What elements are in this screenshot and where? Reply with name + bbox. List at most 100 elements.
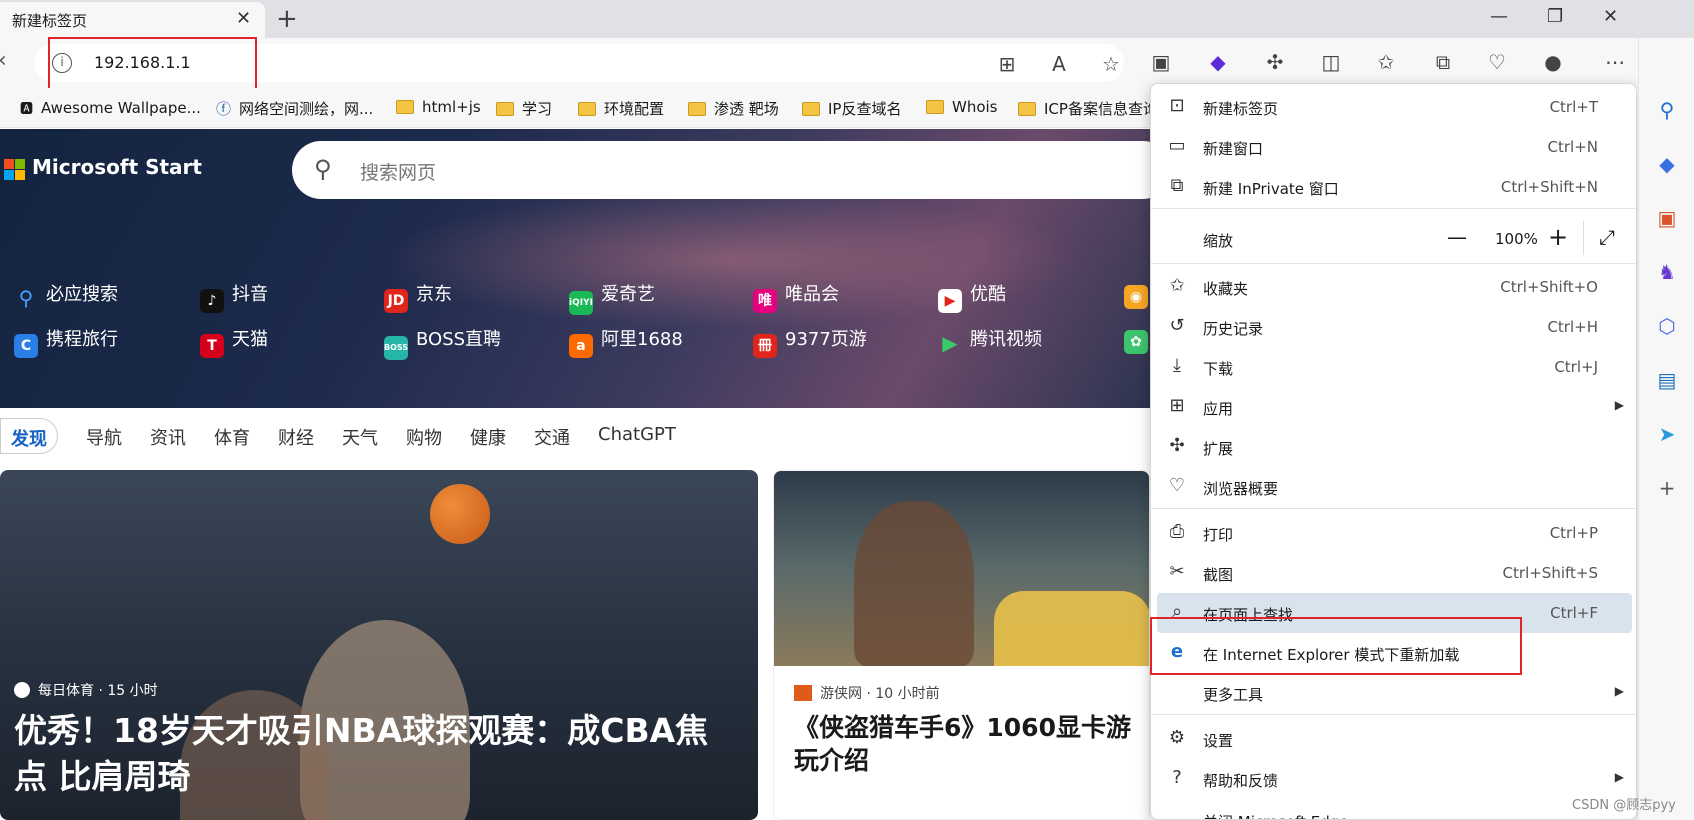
favorite-star-icon[interactable]: ☆ [1098,52,1124,76]
bookmark-folder[interactable]: html+js [396,98,481,116]
hero-banner: Microsoft Start ⚲ 搜索网页 ⚲ 必应搜索 ♪ 抖音 JD 京东 iQ… [0,129,1150,408]
back-icon[interactable]: ‹ [0,48,7,73]
collections-icon[interactable]: ⧉ [1430,50,1456,74]
bookmark-folder[interactable]: IP反查域名 [802,98,901,119]
news-headline[interactable]: 优秀！18岁天才吸引NBA球探观赛：成CBA焦点 比肩周琦 [14,708,734,800]
add-icon[interactable]: + [1653,474,1681,502]
microsoft365-icon[interactable]: ⬡ [1653,312,1681,340]
read-aloud-icon[interactable]: A [1046,52,1072,76]
bookmark-item[interactable]: 🅰 Awesome Wallpape... [20,98,201,117]
menu-extensions[interactable]: ✣ 扩展 [1151,427,1636,467]
brand-title: Microsoft Start [32,155,202,179]
folder-icon [578,102,596,116]
tab-shopping[interactable]: 购物 [406,424,442,450]
search-icon[interactable]: ⚲ [1653,96,1681,124]
search-icon: ⚲ [314,155,332,183]
tab-traffic[interactable]: 交通 [534,424,570,450]
menu-new-inprivate[interactable]: ⧉ 新建 InPrivate 窗口 Ctrl+Shift+N [1151,167,1636,207]
quick-link-tencent-video[interactable]: ▶ 腾讯视频 [938,325,1042,355]
menu-help[interactable]: ? 帮助和反馈 ▶ [1151,759,1636,799]
quick-link-jd[interactable]: JD 京东 [384,280,452,313]
tab-title: 新建标签页 [12,12,88,30]
folder-icon [1018,102,1036,116]
menu-zoom: 缩放 — 100% + ⤢ [1151,215,1636,263]
tab-finance[interactable]: 财经 [278,424,314,450]
minimize-icon[interactable]: — [1490,6,1508,27]
browser-tab[interactable]: 新建标签页 ✕ [0,2,265,38]
browser-essentials-icon[interactable]: ♡ [1484,50,1510,74]
settings-more-icon[interactable]: ⋯ [1602,50,1628,74]
fullscreen-icon[interactable]: ⤢ [1599,225,1615,249]
bookmark-folder[interactable]: 学习 [496,98,552,119]
menu-new-tab[interactable]: ⊡ 新建标签页 Ctrl+T [1151,87,1636,127]
tab-weather[interactable]: 天气 [342,424,378,450]
restore-icon[interactable]: ❐ [1547,6,1563,27]
quick-link-more-icon[interactable]: ◉ [1124,280,1150,309]
tab-discover[interactable]: 发现 [0,418,58,454]
web-search-box[interactable]: ⚲ 搜索网页 [292,141,1150,199]
bookmark-folder[interactable]: Whois [926,98,998,116]
bookmark-item[interactable]: ⓕ 网络空间测绘，网... [216,98,373,119]
send-icon[interactable]: ➤ [1653,420,1681,448]
quick-link-iqiyi[interactable]: iQIYI 爱奇艺 [569,280,655,315]
quick-link-boss[interactable]: BOSS BOSS直聘 [384,325,501,360]
quick-link-youku[interactable]: ▶ 优酷 [938,280,1006,313]
extension-icon[interactable]: ▣ [1148,50,1174,74]
quick-link-tmall[interactable]: T 天猫 [200,325,268,358]
ie-mode-highlight-box [1150,617,1522,675]
quick-link-ctrip[interactable]: C 携程旅行 [14,325,118,358]
tab-health[interactable]: 健康 [470,424,506,450]
category-tabs: 发现 导航 资讯 体育 财经 天气 购物 健康 交通 ChatGPT [0,408,1150,462]
chevron-right-icon: ▶ [1614,770,1624,784]
screenshot-icon: ✂ [1169,561,1185,582]
bookmark-folder[interactable]: 环境配置 [578,98,664,119]
new-tab-icon[interactable]: + [276,4,298,34]
chevron-right-icon: ▶ [1614,398,1624,412]
menu-favorites[interactable]: ✩ 收藏夹 Ctrl+Shift+O [1151,267,1636,307]
browser-essentials-icon: ♡ [1168,475,1186,496]
app-available-icon[interactable]: ⊞ [994,52,1020,76]
extension-purple-icon[interactable]: ◆ [1205,50,1231,74]
menu-apps[interactable]: ⊞ 应用 ▶ [1151,387,1636,427]
tools-icon[interactable]: ▣ [1653,204,1681,232]
extensions-puzzle-icon[interactable]: ✣ [1262,50,1288,74]
games-icon[interactable]: ♞ [1653,258,1681,286]
profile-avatar-icon[interactable]: ● [1540,50,1566,74]
quick-link-1688[interactable]: a 阿里1688 [569,325,683,358]
menu-new-window[interactable]: ▭ 新建窗口 Ctrl+N [1151,127,1636,167]
menu-history[interactable]: ↺ 历史记录 Ctrl+H [1151,307,1636,347]
source-logo-icon [794,685,812,701]
tab-sports[interactable]: 体育 [214,424,250,450]
tab-navigation[interactable]: 导航 [86,424,122,450]
tab-news[interactable]: 资讯 [150,424,186,450]
close-window-icon[interactable]: ✕ [1603,6,1618,27]
quick-link-vip[interactable]: 唯唯品会 [753,280,839,313]
menu-screenshot[interactable]: ✂ 截图 Ctrl+Shift+S [1151,553,1636,593]
zoom-out-icon[interactable]: — [1447,225,1467,249]
zoom-in-icon[interactable]: + [1548,223,1568,251]
chevron-right-icon: ▶ [1614,684,1624,698]
menu-browser-essentials[interactable]: ♡ 浏览器概要 [1151,467,1636,507]
quick-link-more2-icon[interactable]: ✿ [1124,325,1150,354]
menu-settings[interactable]: ⚙ 设置 [1151,719,1636,759]
news-headline[interactable]: 《侠盗猎车手6》1060显卡游玩介绍 [794,711,1134,777]
tab-chatgpt[interactable]: ChatGPT [598,424,676,445]
menu-more-tools[interactable]: 更多工具 ▶ [1151,673,1636,713]
quick-link-9377[interactable]: 冊 9377页游 [753,325,867,358]
split-screen-icon[interactable]: ◫ [1318,50,1344,74]
bookmark-folder[interactable]: 渗透 靶场 [688,98,779,119]
quick-link-bing[interactable]: ⚲ 必应搜索 [14,280,118,310]
menu-print[interactable]: ⎙ 打印 Ctrl+P [1151,513,1636,553]
bookmark-folder[interactable]: ICP备案信息查询 [1018,98,1158,119]
news-card[interactable]: 游侠网 · 10 小时前 《侠盗猎车手6》1060显卡游玩介绍 [773,470,1150,820]
quick-link-douyin[interactable]: ♪ 抖音 [200,280,268,313]
news-card[interactable]: 每日体育 · 15 小时 优秀！18岁天才吸引NBA球探观赛：成CBA焦点 比肩… [0,470,758,820]
menu-close-edge[interactable]: 关闭 Microsoft Edge [1151,800,1636,819]
new-window-icon: ▭ [1168,135,1186,156]
outlook-icon[interactable]: ▤ [1653,366,1681,394]
menu-downloads[interactable]: ⤓ 下载 Ctrl+J [1151,347,1636,387]
close-tab-icon[interactable]: ✕ [236,8,251,29]
favorites-icon[interactable]: ✩ [1373,50,1399,74]
shopping-tag-icon[interactable]: ◆ [1653,150,1681,178]
gta-image [774,471,1149,666]
